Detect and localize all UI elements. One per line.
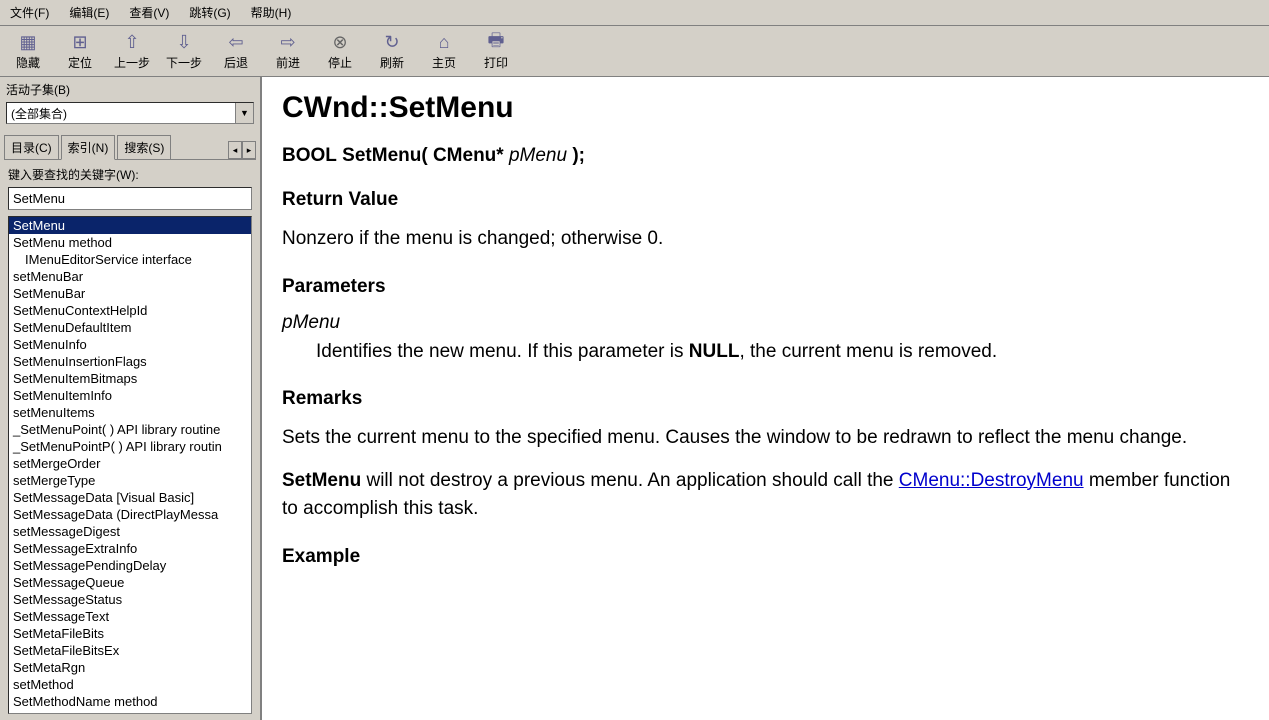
subset-label: 活动子集(B) <box>2 79 258 100</box>
menu-file[interactable]: 文件(F) <box>6 2 53 23</box>
index-item[interactable]: SetMenuDefaultItem <box>9 319 251 336</box>
toolbar: ▦隐藏 ⊞定位 ⇧上一步 ⇩下一步 ⇦后退 ⇨前进 ⊗停止 ↻刷新 ⌂主页 🖶打… <box>0 26 1269 77</box>
index-item[interactable]: SetMenu <box>9 217 251 234</box>
index-item[interactable]: SetMetaRgn <box>9 659 251 676</box>
heading-remarks: Remarks <box>282 388 1249 410</box>
sidebar-tabs: 目录(C) 索引(N) 搜索(S) ◂ ▸ <box>4 134 256 160</box>
hide-button[interactable]: ▦隐藏 <box>2 28 54 74</box>
index-item[interactable]: SetMessagePendingDelay <box>9 557 251 574</box>
home-button[interactable]: ⌂主页 <box>418 28 470 74</box>
remarks-text-2: SetMenu will not destroy a previous menu… <box>282 467 1249 524</box>
menu-view[interactable]: 查看(V) <box>125 2 173 23</box>
tab-contents[interactable]: 目录(C) <box>4 135 59 159</box>
index-item[interactable]: _SetMenuPoint( ) API library routine <box>9 421 251 438</box>
signature: BOOL SetMenu( CMenu* pMenu ); <box>282 145 1249 167</box>
heading-return-value: Return Value <box>282 189 1249 211</box>
tab-search[interactable]: 搜索(S) <box>117 135 171 159</box>
subset-input[interactable] <box>7 103 235 123</box>
index-item[interactable]: SetMessageExtraInfo <box>9 540 251 557</box>
print-icon: 🖶 <box>488 32 505 54</box>
menubar: 文件(F) 编辑(E) 查看(V) 跳转(G) 帮助(H) <box>0 0 1269 26</box>
index-item[interactable]: SetMethodName method <box>9 693 251 710</box>
index-item[interactable]: SetMenuBar <box>9 285 251 302</box>
index-item[interactable]: setMenuBar <box>9 268 251 285</box>
refresh-icon: ↻ <box>384 32 399 54</box>
index-item[interactable]: SetMenuItemInfo <box>9 387 251 404</box>
stop-button[interactable]: ⊗停止 <box>314 28 366 74</box>
tab-index[interactable]: 索引(N) <box>61 135 116 160</box>
home-icon: ⌂ <box>439 32 450 54</box>
next-button[interactable]: ⇩下一步 <box>158 28 210 74</box>
index-item[interactable]: setMergeType <box>9 472 251 489</box>
index-item[interactable]: SetMenuItemBitmaps <box>9 370 251 387</box>
menu-help[interactable]: 帮助(H) <box>247 2 296 23</box>
chevron-down-icon[interactable]: ▼ <box>235 103 253 123</box>
heading-example: Example <box>282 546 1249 568</box>
index-item[interactable]: SetMetaFileBitsEx <box>9 642 251 659</box>
hide-icon: ▦ <box>19 32 36 54</box>
back-button[interactable]: ⇦后退 <box>210 28 262 74</box>
menu-goto[interactable]: 跳转(G) <box>185 2 234 23</box>
subset-combo[interactable]: ▼ <box>6 102 254 124</box>
tab-scroll-left[interactable]: ◂ <box>228 141 242 159</box>
print-button[interactable]: 🖶打印 <box>470 28 522 74</box>
back-arrow-icon: ⇦ <box>228 32 243 54</box>
locate-icon: ⊞ <box>72 32 87 54</box>
index-item[interactable]: SetMenuInsertionFlags <box>9 353 251 370</box>
param-desc: Identifies the new menu. If this paramet… <box>316 338 1249 367</box>
index-item[interactable]: SetMetaFileBits <box>9 625 251 642</box>
search-label: 键入要查找的关键字(W): <box>2 160 258 185</box>
up-arrow-icon: ⇧ <box>124 32 139 54</box>
index-item[interactable]: ICodeMethodInvokeExpression i <box>9 710 251 714</box>
index-item[interactable]: setMethod <box>9 676 251 693</box>
index-item[interactable]: _SetMenuPointP( ) API library routin <box>9 438 251 455</box>
stop-icon: ⊗ <box>332 32 347 54</box>
forward-button[interactable]: ⇨前进 <box>262 28 314 74</box>
heading-parameters: Parameters <box>282 276 1249 298</box>
index-item[interactable]: setMessageDigest <box>9 523 251 540</box>
content-pane[interactable]: CWnd::SetMenu BOOL SetMenu( CMenu* pMenu… <box>262 77 1269 720</box>
menu-edit[interactable]: 编辑(E) <box>65 2 113 23</box>
destroymenu-link[interactable]: CMenu::DestroyMenu <box>899 470 1084 491</box>
locate-button[interactable]: ⊞定位 <box>54 28 106 74</box>
page-title: CWnd::SetMenu <box>282 91 1249 125</box>
search-input[interactable] <box>8 187 252 210</box>
index-item[interactable]: SetMessageStatus <box>9 591 251 608</box>
remarks-text-1: Sets the current menu to the specified m… <box>282 424 1249 453</box>
sidebar: 活动子集(B) ▼ 目录(C) 索引(N) 搜索(S) ◂ ▸ 键入要查找的关键… <box>0 77 262 720</box>
index-item[interactable]: SetMessageData [Visual Basic] <box>9 489 251 506</box>
down-arrow-icon: ⇩ <box>176 32 191 54</box>
index-item[interactable]: setMenuItems <box>9 404 251 421</box>
index-item[interactable]: SetMenuInfo <box>9 336 251 353</box>
tab-scroll-right[interactable]: ▸ <box>242 141 256 159</box>
index-item[interactable]: SetMessageText <box>9 608 251 625</box>
param-name: pMenu <box>282 312 1249 334</box>
refresh-button[interactable]: ↻刷新 <box>366 28 418 74</box>
index-list[interactable]: SetMenuSetMenu methodIMenuEditorService … <box>8 216 252 714</box>
index-item[interactable]: IMenuEditorService interface <box>9 251 251 268</box>
index-item[interactable]: SetMessageData (DirectPlayMessa <box>9 506 251 523</box>
index-item[interactable]: SetMessageQueue <box>9 574 251 591</box>
index-item[interactable]: SetMenu method <box>9 234 251 251</box>
forward-arrow-icon: ⇨ <box>280 32 295 54</box>
index-item[interactable]: SetMenuContextHelpId <box>9 302 251 319</box>
prev-button[interactable]: ⇧上一步 <box>106 28 158 74</box>
index-item[interactable]: setMergeOrder <box>9 455 251 472</box>
return-value-text: Nonzero if the menu is changed; otherwis… <box>282 225 1249 254</box>
